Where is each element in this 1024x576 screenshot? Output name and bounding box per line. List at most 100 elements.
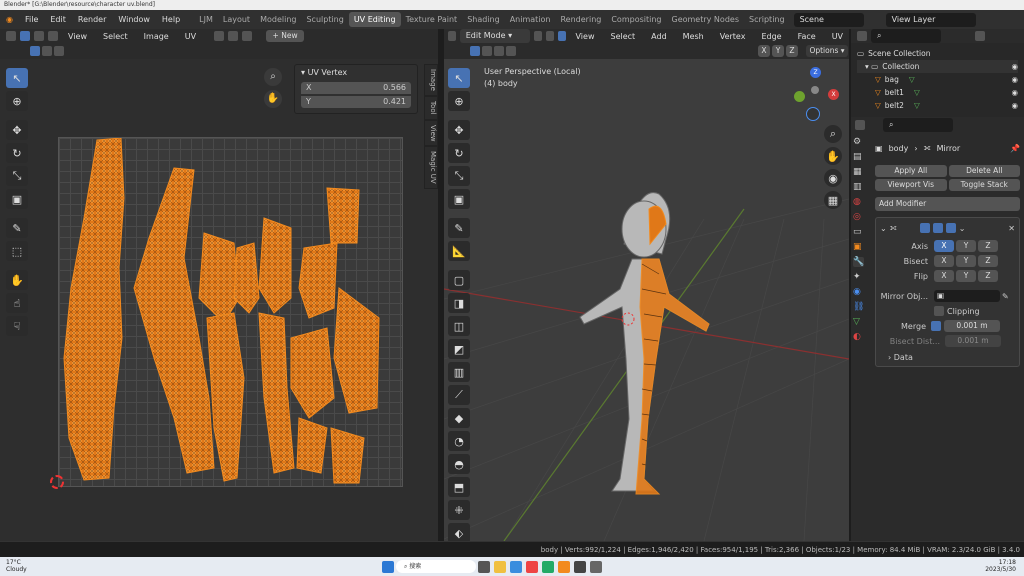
vp-loopcut-icon[interactable]: ▥	[448, 362, 470, 382]
vp-scale-tool-icon[interactable]: ⤡	[448, 166, 470, 186]
toggle-stack-button[interactable]: Toggle Stack	[948, 179, 1020, 191]
output-tab-icon[interactable]: ▦	[853, 167, 864, 177]
menu-edit[interactable]: Edit	[44, 15, 72, 24]
options-button[interactable]: Options ▾	[806, 45, 848, 57]
visibility-eye-icon[interactable]: ◉	[1011, 73, 1018, 86]
tool-tab-icon[interactable]: ⚙	[853, 137, 864, 147]
vp-menu-vertex[interactable]: Vertex	[714, 32, 752, 41]
uv-islands[interactable]	[59, 137, 404, 488]
gizmo-y-icon[interactable]	[794, 91, 805, 102]
bisect-z-toggle[interactable]: Z	[978, 255, 998, 267]
uv-zoom-icon[interactable]: ⌕	[264, 68, 282, 86]
vertex-mode-icon[interactable]	[534, 31, 543, 41]
app-icon[interactable]	[574, 560, 586, 573]
uv-pan-icon[interactable]: ✋	[264, 90, 282, 108]
properties-search[interactable]: ⌕	[883, 118, 953, 132]
vp-move-tool-icon[interactable]: ✥	[448, 120, 470, 140]
view-layer-selector[interactable]: View Layer	[885, 12, 976, 27]
pivot-icon[interactable]	[214, 31, 225, 41]
tab-image[interactable]: Image	[424, 64, 438, 96]
outliner-row-collection[interactable]: ▾ ▭ Collection ◉	[857, 60, 1018, 73]
render-toggle-icon[interactable]	[945, 223, 956, 233]
uv-menu-select[interactable]: Select	[97, 32, 134, 41]
visibility-eye-icon[interactable]: ◉	[1011, 99, 1018, 112]
pinch-tool-icon[interactable]: ☟	[6, 316, 28, 336]
modifier-tab-icon[interactable]: 🔧	[853, 257, 865, 267]
uv-mode-replace-icon[interactable]	[30, 46, 40, 56]
pin-icon[interactable]: 📌	[1010, 144, 1020, 153]
vp-menu-edge[interactable]: Edge	[755, 32, 787, 41]
vp-camera-icon[interactable]: ◉	[824, 169, 842, 187]
relax-tool-icon[interactable]: ☝	[6, 293, 28, 313]
blender-logo-icon[interactable]: ◉	[0, 15, 19, 24]
mirror-axis-y[interactable]: Y	[772, 45, 784, 57]
vp-cursor-tool-icon[interactable]: ⊕	[448, 91, 470, 111]
vp-shear-icon[interactable]: ⬒	[448, 477, 470, 497]
vp-smooth-icon[interactable]: ◓	[448, 454, 470, 474]
tab-scripting[interactable]: Scripting	[744, 12, 790, 27]
vp-rotate-tool-icon[interactable]: ↻	[448, 143, 470, 163]
taskbar-search[interactable]: ⌕ 搜索	[396, 560, 476, 573]
properties-editor-icon[interactable]	[855, 120, 865, 130]
tab-sculpting[interactable]: Sculpting	[301, 12, 348, 27]
annotate-tool-icon[interactable]: ✎	[6, 218, 28, 238]
vp-pan-icon[interactable]: ✋	[824, 147, 842, 165]
tab-layout[interactable]: Layout	[218, 12, 255, 27]
menu-window[interactable]: Window	[112, 15, 156, 24]
2d-cursor-icon[interactable]	[50, 475, 64, 489]
edit-mode-toggle-icon[interactable]	[919, 223, 930, 233]
select-tool-icon[interactable]: ↖	[6, 68, 28, 88]
bisect-distance-field[interactable]: 0.001 m	[945, 335, 1001, 347]
vp-inset-icon[interactable]: ◫	[448, 316, 470, 336]
render-tab-icon[interactable]: ▤	[853, 152, 864, 162]
vp-mode-difference-icon[interactable]	[506, 46, 516, 56]
start-icon[interactable]	[382, 560, 394, 573]
face-mode-icon[interactable]	[557, 31, 566, 41]
data-subpanel[interactable]: › Data	[880, 353, 1015, 362]
mirror-axis-z[interactable]: Z	[786, 45, 798, 57]
uv-y-field[interactable]: Y 0.421	[301, 96, 411, 108]
vp-add-cube-icon[interactable]: ▢	[448, 270, 470, 290]
cursor-tool-icon[interactable]: ⊕	[6, 91, 28, 111]
tab-shading[interactable]: Shading	[462, 12, 505, 27]
uv-menu-image[interactable]: Image	[138, 32, 175, 41]
add-modifier-dropdown[interactable]: Add Modifier	[875, 197, 1020, 211]
vp-select-tool-icon[interactable]: ↖	[448, 68, 470, 88]
app-icon[interactable]	[590, 560, 602, 573]
outliner-row-belt2[interactable]: ▽ belt2 ▽ ◉	[857, 99, 1018, 112]
flip-z-toggle[interactable]: Z	[978, 270, 998, 282]
mode-selector[interactable]: Edit Mode ▾	[459, 29, 531, 43]
axis-x-toggle[interactable]: X	[934, 240, 954, 252]
filter-icon[interactable]	[975, 31, 985, 41]
gizmo-x-icon[interactable]: X	[828, 89, 839, 100]
object-tab-icon[interactable]: ▣	[853, 242, 864, 252]
outliner-search[interactable]: ⌕	[871, 29, 941, 43]
vp-rip-icon[interactable]: ⁜	[448, 500, 470, 520]
merge-checkbox[interactable]	[931, 321, 941, 331]
viewport-vis-button[interactable]: Viewport Vis	[875, 179, 947, 191]
tab-rendering[interactable]: Rendering	[555, 12, 606, 27]
vp-shrink-icon[interactable]: ⬖	[448, 523, 470, 543]
outliner-row-belt1[interactable]: ▽ belt1 ▽ ◉	[857, 86, 1018, 99]
bisect-x-toggle[interactable]: X	[934, 255, 954, 267]
tab-texture-paint[interactable]: Texture Paint	[401, 12, 463, 27]
file-explorer-icon[interactable]	[494, 560, 506, 573]
scale-tool-icon[interactable]: ⤡	[6, 166, 28, 186]
taskbar-clock[interactable]: 17:18 2023/5/30	[985, 559, 1016, 573]
outliner-editor-icon[interactable]	[857, 31, 867, 41]
transform-tool-icon[interactable]: ▣	[6, 189, 28, 209]
tab-compositing[interactable]: Compositing	[606, 12, 666, 27]
clipping-checkbox[interactable]	[934, 306, 944, 316]
scene-tab-icon[interactable]: ◍	[853, 197, 864, 207]
view-layer-tab-icon[interactable]: ▥	[853, 182, 864, 192]
vp-annotate-tool-icon[interactable]: ✎	[448, 218, 470, 238]
chrome-icon[interactable]	[526, 560, 538, 573]
world-tab-icon[interactable]: ◎	[853, 212, 864, 222]
uv-x-field[interactable]: X 0.566	[301, 82, 411, 94]
snap-icon[interactable]	[228, 31, 239, 41]
mirror-object-field[interactable]: ▣	[934, 290, 1000, 302]
gizmo-z-icon[interactable]: Z	[810, 67, 821, 78]
vp-mode-subtract-icon[interactable]	[494, 46, 504, 56]
vp-menu-select[interactable]: Select	[604, 32, 641, 41]
sync-selection-icon[interactable]	[20, 31, 30, 41]
